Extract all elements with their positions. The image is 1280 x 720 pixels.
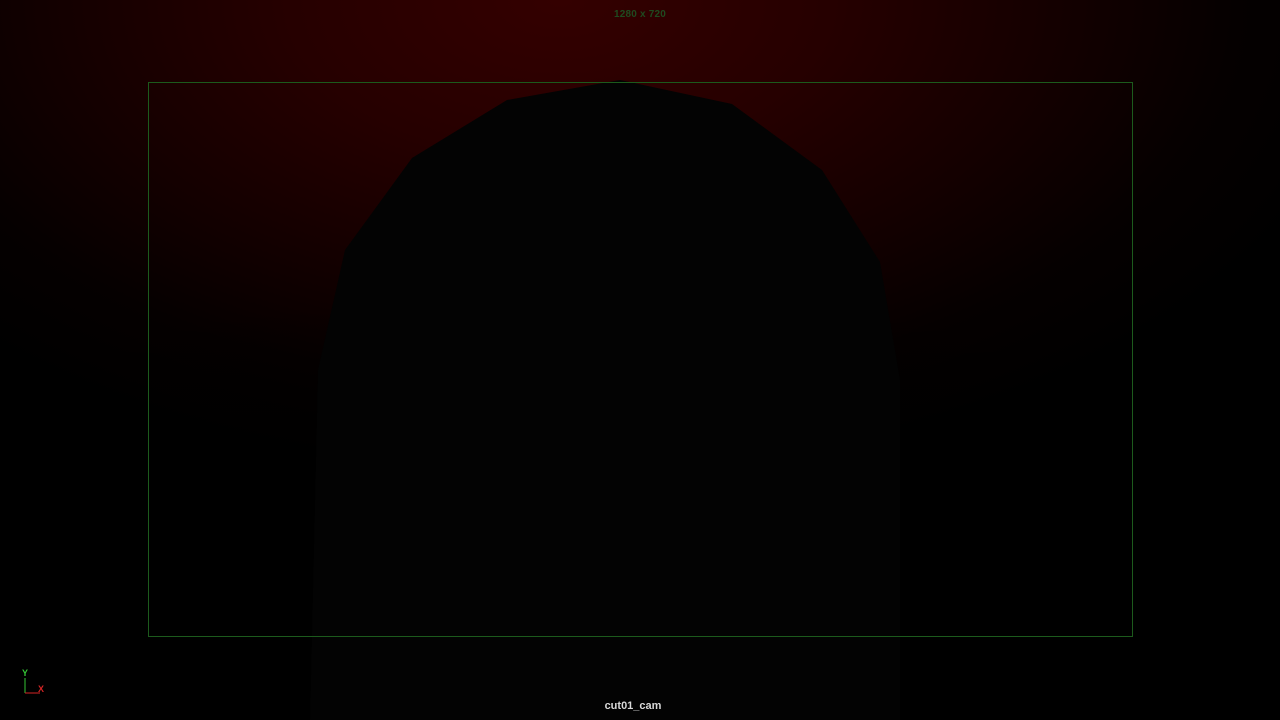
- camera-name-label: cut01_cam: [604, 700, 662, 712]
- resolution-label: 1280 x 720: [613, 9, 667, 20]
- axis-x-label: X: [38, 684, 45, 694]
- resolution-gate: [148, 82, 1133, 637]
- camera-viewport[interactable]: 1280 x 720 Y X cut01_cam: [0, 0, 1280, 720]
- axis-y-label: Y: [22, 668, 29, 678]
